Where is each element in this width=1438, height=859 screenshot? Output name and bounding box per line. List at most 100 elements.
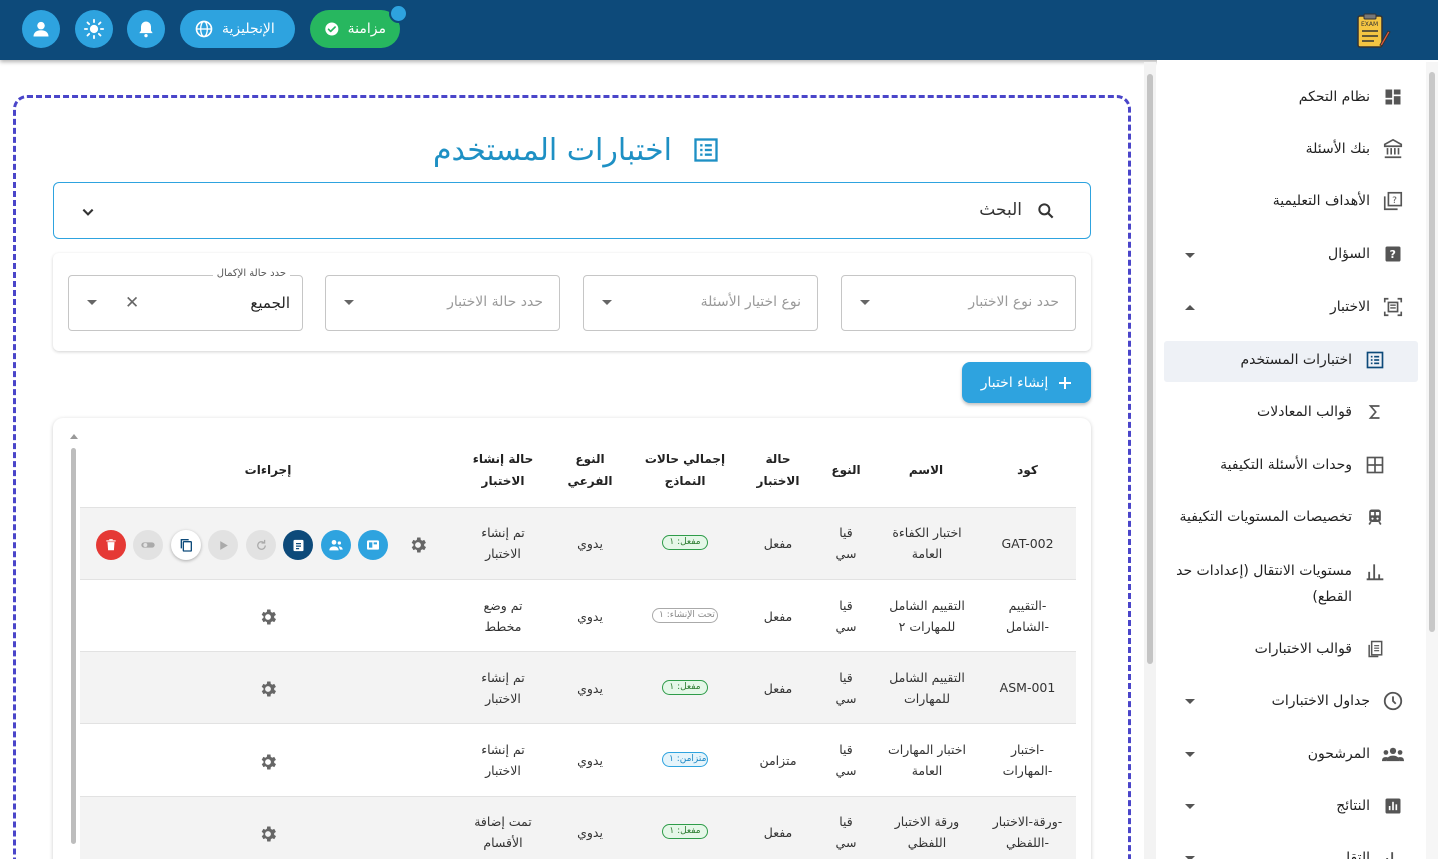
forms-status-badge: متزامن: ١: [662, 752, 708, 767]
view-details-button[interactable]: [283, 530, 313, 560]
cell-type: قيا سي: [835, 814, 857, 850]
form-assign-icon: [367, 540, 379, 550]
forms-status-badge: مفعل: ١: [662, 535, 708, 550]
cell-type: قيا سي: [835, 742, 857, 778]
dashboard-icon: [1382, 86, 1404, 108]
col-header-type[interactable]: النوع: [825, 459, 867, 481]
forms-status-badge: مفعل: ١: [662, 824, 708, 839]
copy-icon: [180, 539, 192, 552]
col-header-actions: إجراءات: [244, 463, 292, 477]
language-button[interactable]: الإنجليزية: [180, 10, 295, 48]
sidebar-item-exam[interactable]: الاختبار: [1330, 296, 1404, 318]
globe-icon: [195, 20, 213, 38]
filters-card: حدد نوع الاختبار نوع اختيار الأسئلة حدد …: [53, 253, 1091, 351]
cell-creation-status: تم إنشاء الاختبار: [481, 742, 525, 778]
create-exam-button[interactable]: إنشاء اختبار: [962, 362, 1091, 403]
caret-down-icon: [344, 300, 354, 305]
chevron-down-icon[interactable]: [81, 205, 95, 219]
assign-form-button[interactable]: [358, 530, 388, 560]
exam-status-select[interactable]: حدد حالة الاختبار: [325, 275, 560, 331]
toggle-button[interactable]: [133, 530, 163, 560]
col-header-forms-status[interactable]: إجمالي حالات النماذج: [635, 448, 735, 492]
assign-candidates-button[interactable]: [321, 530, 351, 560]
table-scrollbar[interactable]: [69, 432, 79, 852]
cell-creation-status: تم إنشاء الاختبار: [481, 525, 525, 561]
chevron-up-icon[interactable]: [1184, 302, 1196, 314]
list-icon: [1364, 349, 1386, 371]
sidebar-item-question[interactable]: السؤال ?: [1328, 243, 1404, 265]
sidebar-scrollbar[interactable]: [1144, 62, 1156, 859]
sidebar-item-adaptive-levels[interactable]: تخصيصات المستويات التكيفية: [1180, 506, 1386, 528]
chevron-down-icon[interactable]: [1184, 853, 1196, 859]
exam-type-select[interactable]: حدد نوع الاختبار: [841, 275, 1076, 331]
svg-text:?: ?: [1392, 195, 1397, 206]
create-exam-label: إنشاء اختبار: [980, 374, 1049, 391]
sidebar-item-exam-templates[interactable]: قوالب الاختبارات: [1255, 638, 1386, 660]
question-type-select[interactable]: نوع اختيار الأسئلة: [583, 275, 818, 331]
people-icon: [329, 540, 343, 551]
sidebar-item-equation-templates[interactable]: قوالب المعادلات: [1257, 401, 1386, 423]
cell-exam-status: مفعل: [763, 825, 793, 840]
chevron-down-icon[interactable]: [1184, 801, 1196, 813]
completion-status-value: الجميع: [250, 294, 290, 312]
search-icon: [1038, 203, 1054, 219]
settings-gear-icon[interactable]: [408, 535, 428, 555]
sun-icon: [83, 18, 105, 40]
cell-exam-status: متزامن: [759, 753, 797, 768]
col-header-exam-status[interactable]: حالة الاختبار: [745, 448, 811, 492]
reset-button[interactable]: [246, 530, 276, 560]
caret-down-icon: [860, 300, 870, 305]
delete-button[interactable]: [96, 530, 126, 560]
exam-logo-icon: EXAM: [1357, 13, 1391, 48]
objectives-icon: ?: [1382, 190, 1404, 212]
sidebar-item-reports[interactable]: التقا: [1346, 847, 1404, 859]
cell-exam-status: مفعل: [763, 681, 793, 696]
refresh-icon: [256, 539, 266, 550]
sidebar-item-objectives[interactable]: الأهداف التعليمية ?: [1273, 190, 1404, 212]
sidebar-item-results[interactable]: النتائج: [1336, 795, 1404, 817]
cell-subtype: يدوي: [577, 681, 603, 696]
sidebar-item-transition-levels[interactable]: مستويات الانتقال (إعدادات حد القطع): [1167, 558, 1386, 610]
play-button[interactable]: [208, 530, 238, 560]
settings-gear-icon[interactable]: [258, 679, 278, 699]
theme-toggle-button[interactable]: [75, 10, 113, 48]
sidebar-item-user-exams[interactable]: اختبارات المستخدم: [1240, 349, 1386, 371]
sync-button[interactable]: مزامنة: [310, 10, 400, 48]
caret-down-icon: [87, 300, 97, 305]
cell-exam-status: مفعل: [763, 609, 793, 624]
col-header-name[interactable]: الاسم: [890, 459, 962, 481]
plus-icon: [1059, 376, 1072, 389]
cell-subtype: يدوي: [577, 753, 603, 768]
settings-gear-icon[interactable]: [258, 607, 278, 627]
sidebar-item-question-bank[interactable]: بنك الأسئلة: [1306, 138, 1404, 160]
user-icon: [33, 21, 49, 37]
col-header-creation-status[interactable]: حالة إنشاء الاختبار: [460, 448, 546, 492]
clock-icon: [1382, 690, 1404, 712]
template-icon: [1364, 638, 1386, 660]
chevron-down-icon[interactable]: [1184, 696, 1196, 708]
chevron-down-icon[interactable]: [1184, 250, 1196, 262]
exam-icon: [1382, 296, 1404, 318]
sidebar-item-adaptive-units[interactable]: وحدات الأسئلة التكيفية: [1220, 454, 1386, 476]
sidebar-item-exam-schedules[interactable]: جداول الاختبارات: [1272, 690, 1404, 712]
cell-subtype: يدوي: [577, 536, 603, 551]
completion-status-select[interactable]: حدد حالة الإكمال الجميع ✕: [68, 268, 303, 331]
profile-button[interactable]: [22, 10, 60, 48]
col-header-code[interactable]: كود: [1000, 459, 1055, 481]
notifications-button[interactable]: [127, 10, 165, 48]
clear-icon[interactable]: ✕: [125, 293, 139, 313]
play-icon: [219, 540, 228, 550]
chevron-down-icon[interactable]: [1184, 749, 1196, 761]
sync-label: مزامنة: [347, 21, 386, 37]
sidebar-item-dashboard[interactable]: نظام التحكم: [1299, 86, 1404, 108]
row-divider: [80, 723, 1076, 724]
sidebar-item-candidates[interactable]: المرشحون: [1308, 743, 1404, 765]
search-panel[interactable]: البحث: [53, 182, 1091, 239]
settings-gear-icon[interactable]: [258, 752, 278, 772]
page-scrollbar[interactable]: [1426, 62, 1438, 859]
duplicate-button[interactable]: [171, 530, 201, 560]
cell-name: التقييم الشامل للمهارات ٢: [889, 598, 965, 634]
page-title: اختبارات المستخدم: [420, 128, 720, 172]
settings-gear-icon[interactable]: [258, 824, 278, 844]
col-header-subtype[interactable]: النوع الفرعي: [555, 448, 625, 492]
